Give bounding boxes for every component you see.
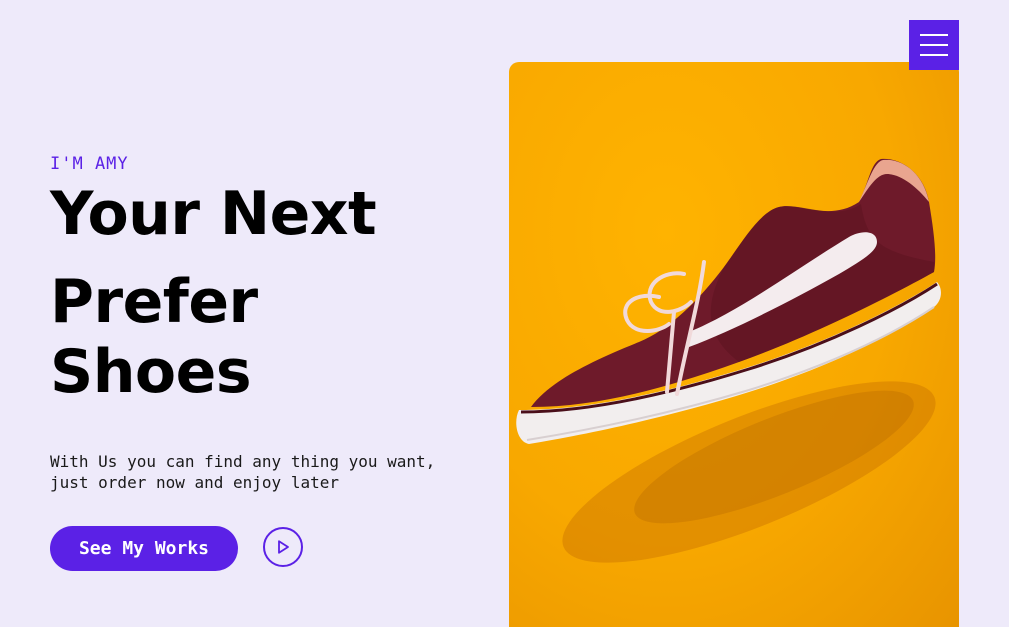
hamburger-menu-icon-bar (920, 54, 948, 56)
description-line-2: just order now and enjoy later (50, 473, 339, 492)
menu-button[interactable] (909, 20, 959, 70)
headline-line-2: Prefer (50, 267, 258, 337)
hamburger-menu-icon-bar (920, 44, 948, 46)
hero-description: With Us you can find any thing you want,… (50, 451, 470, 493)
hero-eyebrow: I'M AMY (50, 154, 129, 174)
sneaker-illustration (516, 158, 941, 563)
hero-headline: Your Next Prefer Shoes (50, 176, 490, 410)
hamburger-menu-icon (920, 34, 948, 36)
see-my-works-button[interactable]: See My Works (50, 526, 238, 571)
headline-line-1: Your Next (50, 179, 377, 249)
headline-line-3: Shoes (50, 337, 252, 407)
sneaker-photo (509, 62, 959, 627)
description-line-1: With Us you can find any thing you want, (50, 452, 436, 471)
play-icon (278, 540, 289, 554)
play-video-button[interactable] (263, 527, 303, 567)
